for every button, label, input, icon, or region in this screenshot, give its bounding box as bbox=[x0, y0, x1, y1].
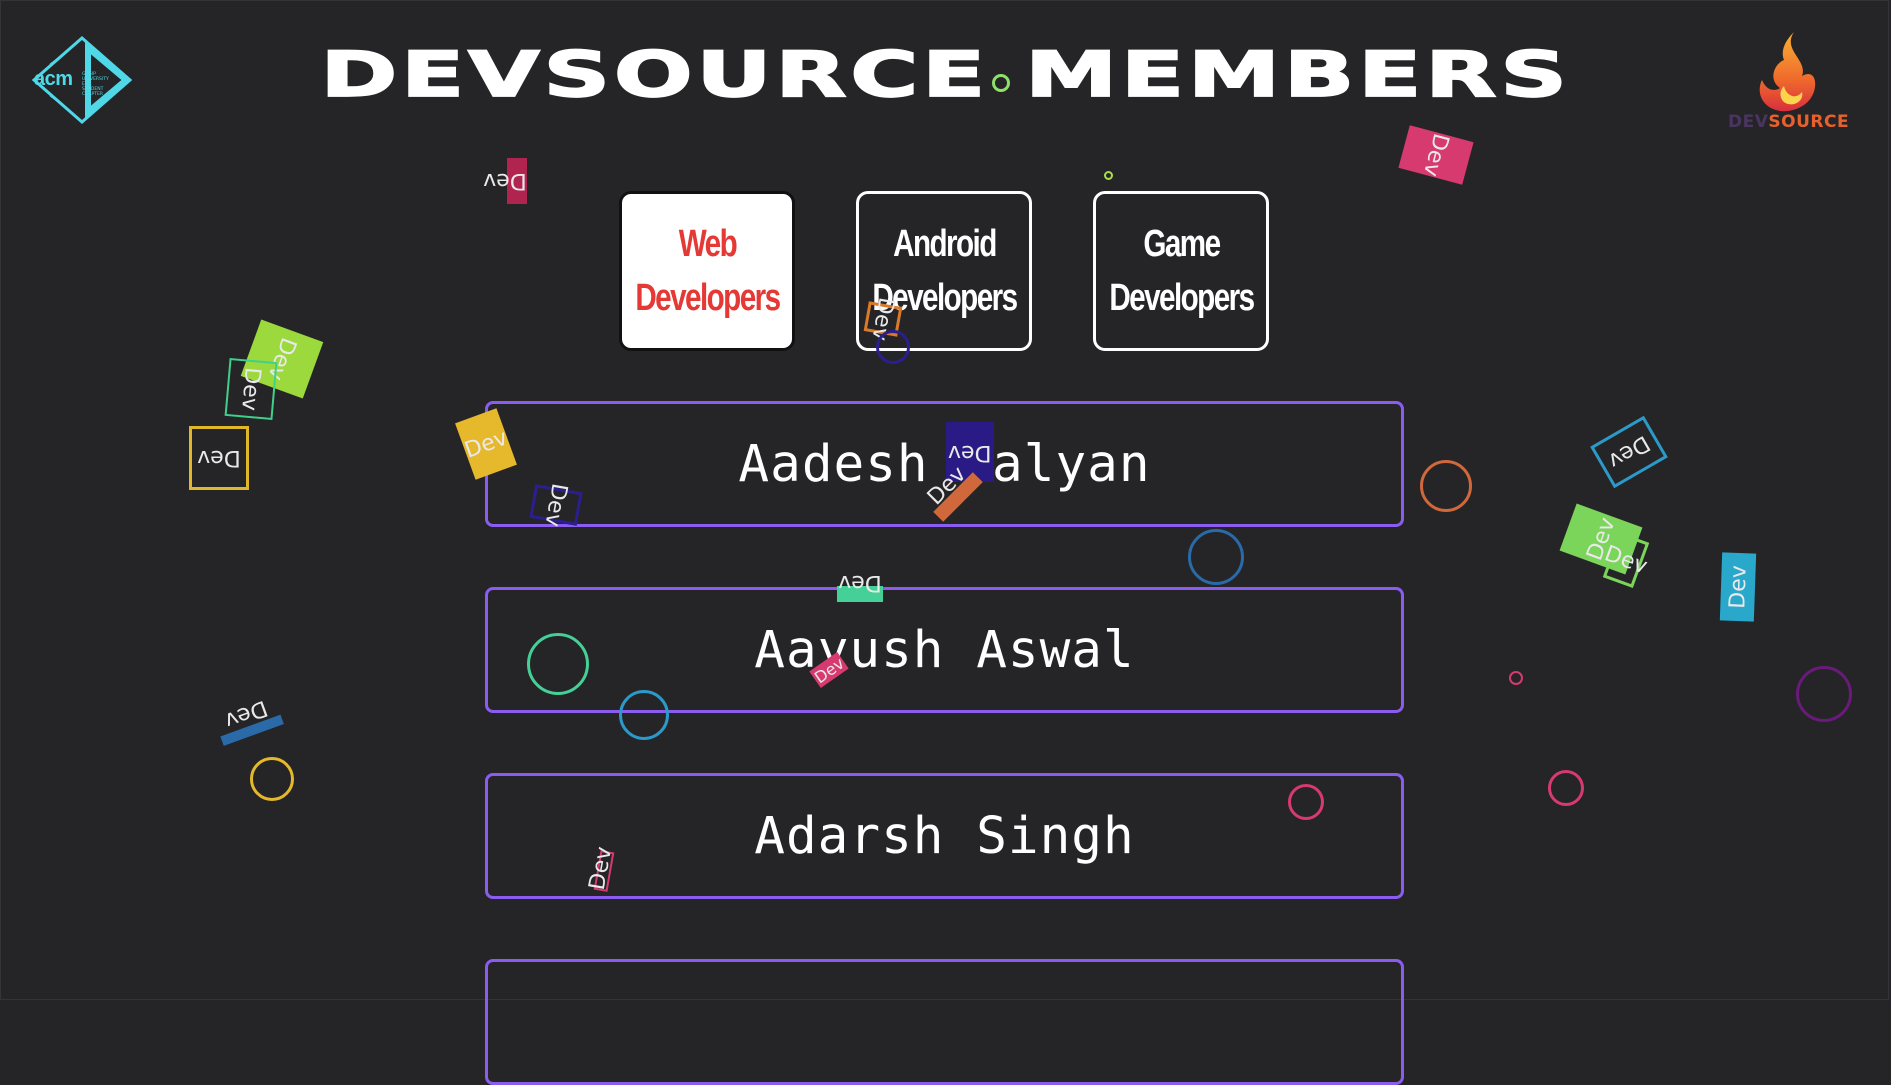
tab-game-developers-label: Game Developers bbox=[1108, 223, 1255, 319]
title-dot-icon bbox=[992, 74, 1010, 92]
floating-dev-tag: Dev bbox=[837, 571, 883, 602]
decorative-ring bbox=[527, 633, 589, 695]
tab-game-developers[interactable]: Game Developers bbox=[1093, 191, 1269, 351]
floating-dev-tag: Dev bbox=[224, 358, 278, 420]
decorative-ring bbox=[1104, 171, 1113, 180]
floating-dev-tag: Dev bbox=[1398, 125, 1474, 185]
floating-dev-tag: Dev bbox=[483, 158, 527, 204]
devsource-logo-text: DEVSOURCE bbox=[1728, 112, 1850, 132]
member-card-aayush-aswal[interactable]: Aayush Aswal bbox=[485, 587, 1404, 713]
member-name: Adarsh Singh bbox=[754, 806, 1135, 866]
floating-dev-tag: Dev bbox=[1719, 552, 1757, 622]
decorative-ring bbox=[1548, 770, 1584, 806]
flame-icon bbox=[1759, 32, 1816, 112]
decorative-ring bbox=[1188, 529, 1244, 585]
decorative-ring bbox=[250, 757, 294, 801]
member-card-partial[interactable] bbox=[485, 959, 1404, 1085]
tab-web-developers[interactable]: Web Developers bbox=[619, 191, 795, 351]
decorative-ring bbox=[1288, 784, 1324, 820]
devsource-logo[interactable]: DEVSOURCE bbox=[1722, 30, 1862, 138]
floating-dev-tag: Dev bbox=[1601, 531, 1651, 589]
page-title: DEVSOURCE MEMBERS bbox=[319, 37, 1571, 112]
floating-dev-tag: Dev bbox=[1590, 415, 1668, 489]
floating-dev-tag: Dev bbox=[189, 426, 249, 490]
decorative-ring bbox=[876, 330, 910, 364]
member-card-adarsh-singh[interactable]: Adarsh Singh bbox=[485, 773, 1404, 899]
decorative-ring bbox=[1796, 666, 1852, 722]
decorative-ring bbox=[619, 690, 669, 740]
decorative-ring bbox=[1509, 671, 1523, 685]
floating-dev-tag: Dev bbox=[212, 692, 284, 746]
tab-web-developers-label: Web Developers bbox=[634, 223, 781, 319]
decorative-ring bbox=[1420, 460, 1472, 512]
